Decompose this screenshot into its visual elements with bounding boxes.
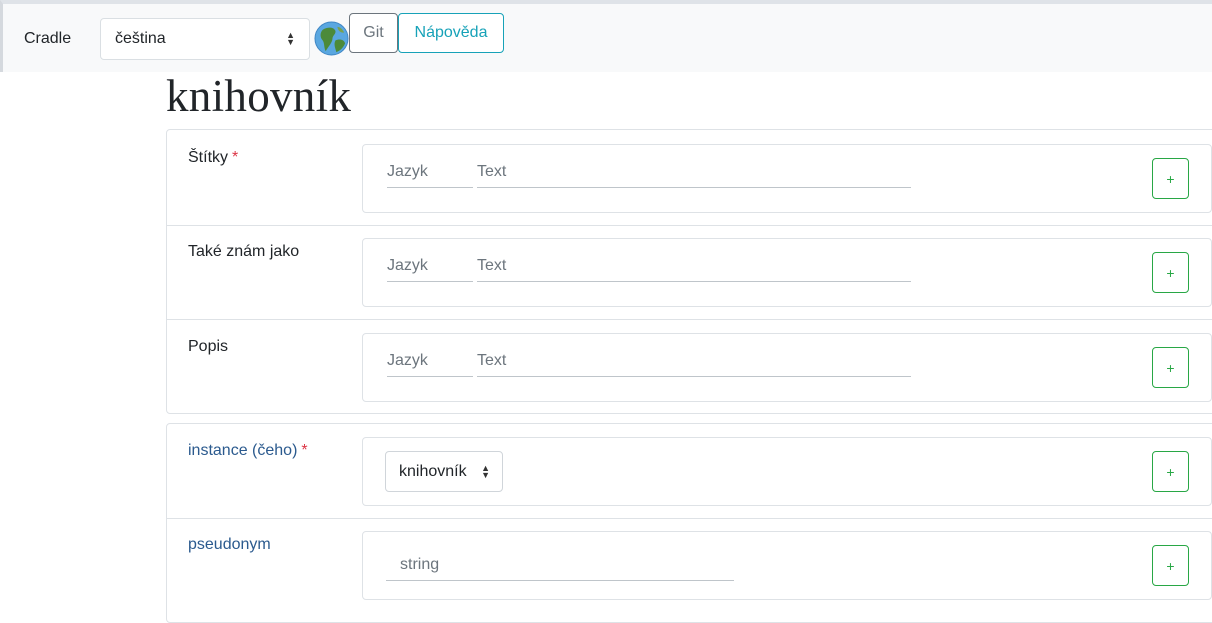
- plus-icon: +: [1166, 463, 1175, 480]
- add-instance-of-button[interactable]: +: [1152, 451, 1189, 492]
- labels-value-box: Jazyk Text +: [362, 144, 1212, 213]
- plus-icon: +: [1166, 557, 1175, 574]
- description-label: Popis: [188, 338, 229, 355]
- aliases-value-box: Jazyk Text +: [362, 238, 1212, 307]
- required-marker: *: [232, 149, 239, 166]
- plus-icon: +: [1166, 170, 1175, 187]
- brand[interactable]: Cradle: [24, 30, 71, 48]
- labels-text-input[interactable]: Text: [477, 163, 911, 188]
- description-value-box: Jazyk Text +: [362, 333, 1212, 402]
- instance-of-select[interactable]: knihovník ▲ ▼: [385, 451, 503, 492]
- aliases-text-input[interactable]: Text: [477, 257, 911, 282]
- plus-icon: +: [1166, 359, 1175, 376]
- labels-label: Štítky *: [188, 149, 238, 167]
- labels-label-text: Štítky: [188, 149, 229, 166]
- select-updown-icon: ▲ ▼: [286, 30, 295, 47]
- language-select-value: čeština: [115, 30, 166, 47]
- pseudonym-label[interactable]: pseudonym: [188, 536, 271, 554]
- git-button[interactable]: Git: [349, 13, 398, 53]
- instance-of-label[interactable]: instance (čeho) *: [188, 442, 308, 460]
- instance-of-value-box: knihovník ▲ ▼ +: [362, 437, 1212, 506]
- pseudonym-value-box: string +: [362, 531, 1212, 600]
- page-title: knihovník: [166, 71, 352, 121]
- select-updown-icon: ▲ ▼: [481, 462, 490, 480]
- terms-card: Štítky * Jazyk Text + Také znám jako Jazy…: [166, 129, 1212, 414]
- divider: [167, 225, 1212, 226]
- top-navbar: Cradle čeština ▲ ▼ Git Nápověda: [0, 0, 1212, 72]
- git-button-label: Git: [363, 24, 384, 41]
- instance-of-select-value: knihovník: [399, 462, 467, 480]
- required-marker: *: [301, 442, 308, 459]
- add-description-button[interactable]: +: [1152, 347, 1189, 388]
- globe-icon[interactable]: [314, 21, 349, 56]
- help-button[interactable]: Nápověda: [398, 13, 504, 53]
- labels-language-input[interactable]: Jazyk: [387, 163, 473, 188]
- divider: [167, 518, 1212, 519]
- add-label-button[interactable]: +: [1152, 158, 1189, 199]
- description-text-input[interactable]: Text: [477, 352, 911, 377]
- language-select[interactable]: čeština ▲ ▼: [100, 18, 310, 60]
- aliases-label: Také znám jako: [188, 243, 300, 260]
- help-button-label: Nápověda: [414, 24, 488, 41]
- add-alias-button[interactable]: +: [1152, 252, 1189, 293]
- instance-of-label-text: instance (čeho): [188, 442, 298, 459]
- statements-card: instance (čeho) * knihovník ▲ ▼ + pseudony…: [166, 423, 1212, 623]
- divider: [167, 319, 1212, 320]
- add-pseudonym-button[interactable]: +: [1152, 545, 1189, 586]
- pseudonym-input[interactable]: string: [386, 556, 734, 581]
- description-language-input[interactable]: Jazyk: [387, 352, 473, 377]
- plus-icon: +: [1166, 264, 1175, 281]
- aliases-language-input[interactable]: Jazyk: [387, 257, 473, 282]
